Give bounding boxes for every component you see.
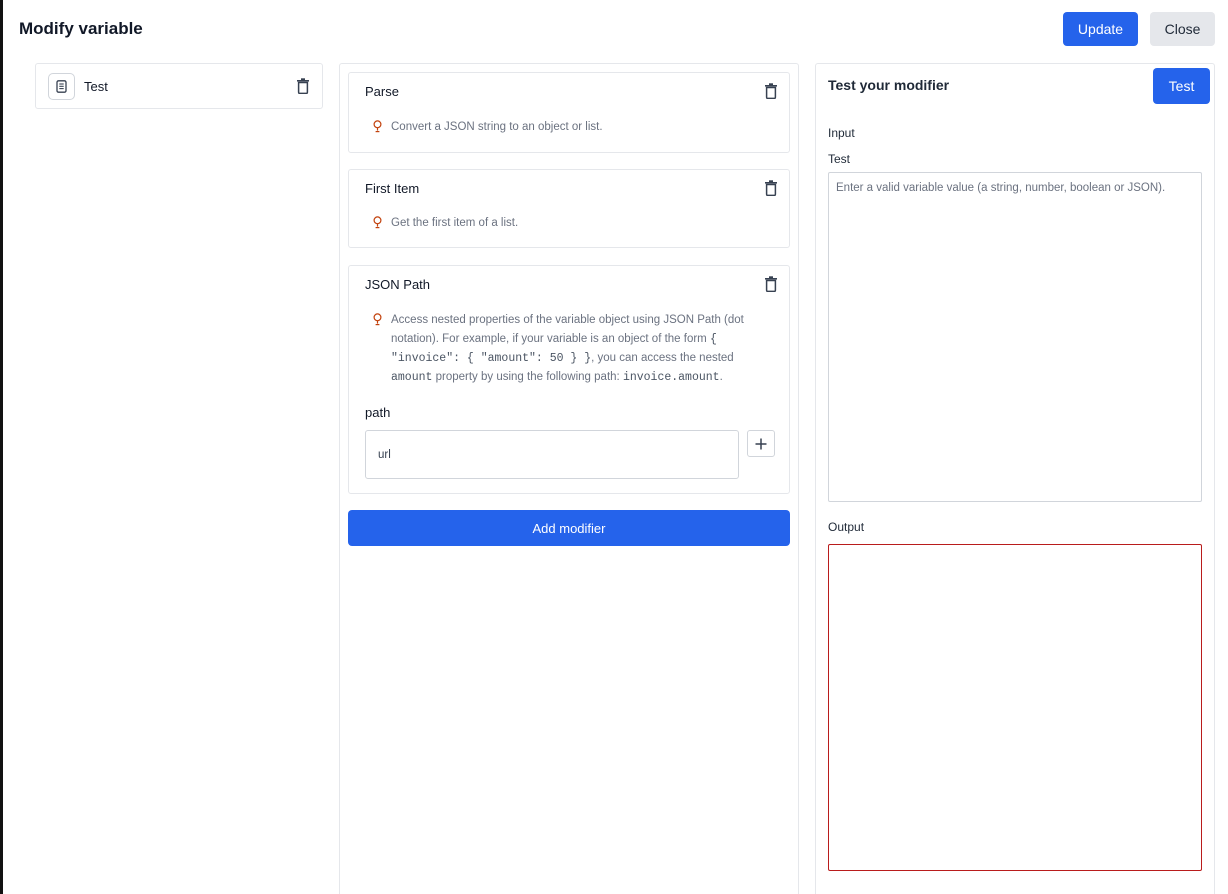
lightbulb-icon [373,214,391,236]
test-input-textarea[interactable] [828,172,1202,502]
modifier-description-text: Get the first item of a list. [391,217,519,229]
test-input-label: Test [828,152,851,166]
update-button[interactable]: Update [1063,12,1138,46]
output-box [828,544,1202,871]
modifier-card-first-item: First Item Get the first item of a list. [348,169,790,248]
delete-modifier-trash-icon[interactable] [764,276,778,293]
delete-modifier-trash-icon[interactable] [764,180,778,197]
modifier-description: Get the first item of a list. [373,214,518,236]
lightbulb-icon [373,311,391,387]
path-input[interactable] [365,430,739,479]
test-panel-title: Test your modifier [828,77,950,93]
variable-name: Test [84,78,108,94]
add-modifier-button[interactable]: Add modifier [348,510,790,546]
desc-part: Access nested properties of the variable… [391,314,744,345]
modifier-title: First Item [365,181,420,196]
window-edge [0,0,3,894]
test-button[interactable]: Test [1153,68,1210,104]
close-button[interactable]: Close [1150,12,1215,46]
lightbulb-icon [373,118,391,140]
desc-part: . [719,371,723,383]
desc-part: , you can access the nested [591,352,734,364]
input-section-label: Input [828,126,855,140]
modifier-card-json-path: JSON Path Access nested properties of th… [348,265,790,494]
modifier-description: Access nested properties of the variable… [373,311,765,387]
add-path-plus-icon[interactable] [747,430,775,457]
desc-code: amount [391,371,433,384]
modifier-description: Convert a JSON string to an object or li… [373,118,603,140]
desc-code: invoice.amount [622,371,720,384]
modifier-description-text: Access nested properties of the variable… [391,311,765,387]
document-icon [48,72,75,100]
variable-card[interactable]: Test [35,63,323,109]
output-label: Output [828,520,865,534]
delete-variable-trash-icon[interactable] [296,78,310,95]
modifier-title: JSON Path [365,277,431,292]
delete-modifier-trash-icon[interactable] [764,83,778,100]
modifier-title: Parse [365,84,399,99]
modifier-card-parse: Parse Convert a JSON string to an object… [348,72,790,153]
modifier-description-text: Convert a JSON string to an object or li… [391,121,603,133]
desc-part: property by using the following path: [432,371,623,383]
page-title: Modify variable [19,19,143,38]
path-field-label: path [365,405,391,420]
